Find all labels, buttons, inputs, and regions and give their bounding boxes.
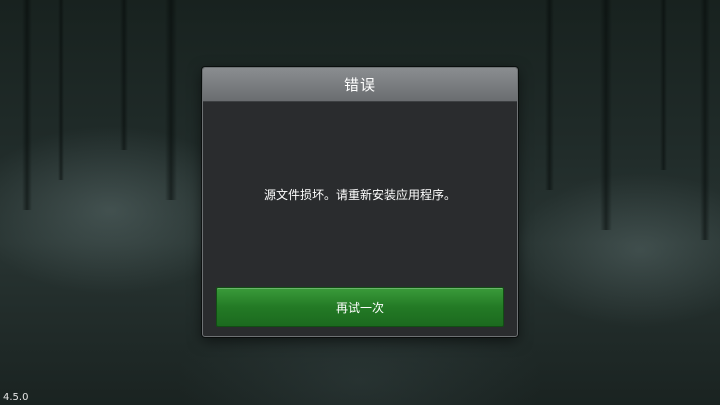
tree-trunk: [545, 0, 554, 190]
retry-button-label: 再试一次: [335, 300, 384, 315]
tree-trunk: [660, 0, 667, 170]
dialog-title: 错误: [203, 68, 517, 102]
tree-trunk: [120, 0, 128, 150]
version-label: 4.5.0: [3, 392, 29, 403]
error-message-text: 源文件损坏。请重新安装应用程序。: [263, 187, 456, 202]
dialog-message: 源文件损坏。请重新安装应用程序。: [203, 102, 517, 286]
tree-trunk: [600, 0, 612, 230]
retry-button[interactable]: 再试一次: [216, 287, 504, 327]
tree-trunk: [58, 0, 64, 180]
tree-trunk: [22, 0, 32, 210]
tree-trunk: [700, 0, 710, 240]
tree-trunk: [165, 0, 177, 200]
error-dialog: 错误 源文件损坏。请重新安装应用程序。 再试一次: [202, 67, 518, 337]
game-background: 错误 源文件损坏。请重新安装应用程序。 再试一次 4.5.0: [0, 0, 720, 405]
